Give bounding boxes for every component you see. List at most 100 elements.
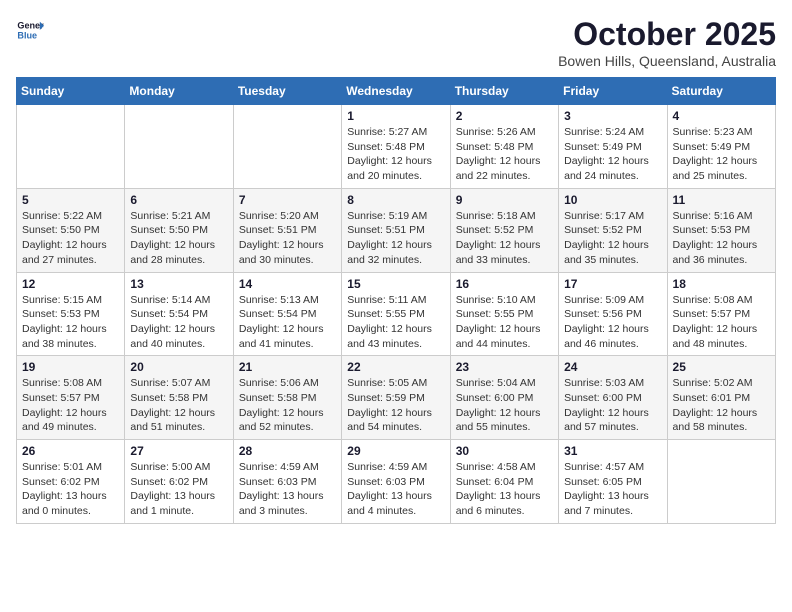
day-info: Sunrise: 5:20 AMSunset: 5:51 PMDaylight:… (239, 209, 336, 268)
week-row-5: 26 Sunrise: 5:01 AMSunset: 6:02 PMDayligh… (17, 440, 776, 524)
day-number: 5 (22, 193, 119, 207)
calendar-cell: 24Sunrise: 5:03 AMSunset: 6:00 PMDayligh… (559, 356, 667, 440)
day-number: 26 (22, 444, 119, 458)
day-info: Sunrise: 5:08 AMSunset: 5:57 PMDaylight:… (22, 376, 119, 435)
calendar-cell: 19 Sunrise: 5:08 AMSunset: 5:57 PMDayligh… (17, 356, 125, 440)
calendar-header: SundayMondayTuesdayWednesdayThursdayFrid… (17, 78, 776, 105)
header-row: SundayMondayTuesdayWednesdayThursdayFrid… (17, 78, 776, 105)
calendar-cell: 9Sunrise: 5:18 AMSunset: 5:52 PMDaylight… (450, 188, 558, 272)
calendar-cell: 13 Sunrise: 5:14 AMSunset: 5:54 PMDayligh… (125, 272, 233, 356)
day-info: Sunrise: 5:06 AMSunset: 5:58 PMDaylight:… (239, 376, 336, 435)
calendar-cell: 17 Sunrise: 5:09 AMSunset: 5:56 PMDayligh… (559, 272, 667, 356)
day-info: Sunrise: 5:09 AMSunset: 5:56 PMDaylight:… (564, 293, 661, 352)
calendar-cell: 20 Sunrise: 5:07 AMSunset: 5:58 PMDayligh… (125, 356, 233, 440)
day-number: 12 (22, 277, 119, 291)
day-info: Sunrise: 5:21 AMSunset: 5:50 PMDaylight:… (130, 209, 227, 268)
day-info: Sunrise: 4:59 AMSunset: 6:03 PMDaylight:… (347, 460, 444, 519)
day-info: Sunrise: 5:16 AMSunset: 5:53 PMDaylight:… (673, 209, 770, 268)
week-row-1: 1Sunrise: 5:27 AMSunset: 5:48 PMDaylight… (17, 105, 776, 189)
calendar-cell (667, 440, 775, 524)
calendar-cell: 11 Sunrise: 5:16 AMSunset: 5:53 PMDayligh… (667, 188, 775, 272)
header-day-thursday: Thursday (450, 78, 558, 105)
day-number: 2 (456, 109, 553, 123)
day-info: Sunrise: 4:57 AMSunset: 6:05 PMDaylight:… (564, 460, 661, 519)
day-number: 16 (456, 277, 553, 291)
day-number: 1 (347, 109, 444, 123)
day-info: Sunrise: 5:00 AMSunset: 6:02 PMDaylight:… (130, 460, 227, 519)
calendar-cell: 31Sunrise: 4:57 AMSunset: 6:05 PMDayligh… (559, 440, 667, 524)
day-number: 3 (564, 109, 661, 123)
week-row-2: 5 Sunrise: 5:22 AMSunset: 5:50 PMDaylight… (17, 188, 776, 272)
calendar-cell: 18 Sunrise: 5:08 AMSunset: 5:57 PMDayligh… (667, 272, 775, 356)
title-area: October 2025 Bowen Hills, Queensland, Au… (558, 16, 776, 69)
day-number: 20 (130, 360, 227, 374)
day-info: Sunrise: 5:23 AMSunset: 5:49 PMDaylight:… (673, 125, 770, 184)
calendar-cell: 1Sunrise: 5:27 AMSunset: 5:48 PMDaylight… (342, 105, 450, 189)
day-info: Sunrise: 5:22 AMSunset: 5:50 PMDaylight:… (22, 209, 119, 268)
logo: General Blue (16, 16, 44, 44)
calendar-cell (233, 105, 341, 189)
day-number: 23 (456, 360, 553, 374)
day-number: 6 (130, 193, 227, 207)
week-row-4: 19 Sunrise: 5:08 AMSunset: 5:57 PMDayligh… (17, 356, 776, 440)
day-info: Sunrise: 5:04 AMSunset: 6:00 PMDaylight:… (456, 376, 553, 435)
calendar-cell: 2 Sunrise: 5:26 AMSunset: 5:48 PMDaylight… (450, 105, 558, 189)
calendar-cell: 14 Sunrise: 5:13 AMSunset: 5:54 PMDayligh… (233, 272, 341, 356)
calendar-cell: 4 Sunrise: 5:23 AMSunset: 5:49 PMDaylight… (667, 105, 775, 189)
day-number: 14 (239, 277, 336, 291)
day-info: Sunrise: 5:14 AMSunset: 5:54 PMDaylight:… (130, 293, 227, 352)
calendar-cell: 25Sunrise: 5:02 AMSunset: 6:01 PMDayligh… (667, 356, 775, 440)
calendar-cell (17, 105, 125, 189)
day-info: Sunrise: 5:24 AMSunset: 5:49 PMDaylight:… (564, 125, 661, 184)
day-info: Sunrise: 5:18 AMSunset: 5:52 PMDaylight:… (456, 209, 553, 268)
calendar-cell: 6 Sunrise: 5:21 AMSunset: 5:50 PMDaylight… (125, 188, 233, 272)
calendar-cell: 15Sunrise: 5:11 AMSunset: 5:55 PMDayligh… (342, 272, 450, 356)
calendar-cell: 21 Sunrise: 5:06 AMSunset: 5:58 PMDayligh… (233, 356, 341, 440)
svg-text:Blue: Blue (17, 30, 37, 40)
calendar-cell: 27 Sunrise: 5:00 AMSunset: 6:02 PMDayligh… (125, 440, 233, 524)
day-number: 13 (130, 277, 227, 291)
calendar-cell: 3 Sunrise: 5:24 AMSunset: 5:49 PMDaylight… (559, 105, 667, 189)
calendar-cell: 23 Sunrise: 5:04 AMSunset: 6:00 PMDayligh… (450, 356, 558, 440)
day-info: Sunrise: 4:59 AMSunset: 6:03 PMDaylight:… (239, 460, 336, 519)
day-info: Sunrise: 5:01 AMSunset: 6:02 PMDaylight:… (22, 460, 119, 519)
header-day-friday: Friday (559, 78, 667, 105)
day-info: Sunrise: 5:13 AMSunset: 5:54 PMDaylight:… (239, 293, 336, 352)
day-number: 21 (239, 360, 336, 374)
day-info: Sunrise: 4:58 AMSunset: 6:04 PMDaylight:… (456, 460, 553, 519)
day-info: Sunrise: 5:07 AMSunset: 5:58 PMDaylight:… (130, 376, 227, 435)
day-number: 11 (673, 193, 770, 207)
calendar-cell: 30Sunrise: 4:58 AMSunset: 6:04 PMDayligh… (450, 440, 558, 524)
header-day-monday: Monday (125, 78, 233, 105)
day-info: Sunrise: 5:26 AMSunset: 5:48 PMDaylight:… (456, 125, 553, 184)
day-info: Sunrise: 5:19 AMSunset: 5:51 PMDaylight:… (347, 209, 444, 268)
calendar-cell: 8Sunrise: 5:19 AMSunset: 5:51 PMDaylight… (342, 188, 450, 272)
calendar-cell: 12 Sunrise: 5:15 AMSunset: 5:53 PMDayligh… (17, 272, 125, 356)
day-number: 22 (347, 360, 444, 374)
day-info: Sunrise: 5:15 AMSunset: 5:53 PMDaylight:… (22, 293, 119, 352)
header: General Blue October 2025 Bowen Hills, Q… (16, 16, 776, 69)
day-number: 15 (347, 277, 444, 291)
day-number: 29 (347, 444, 444, 458)
calendar-cell: 7Sunrise: 5:20 AMSunset: 5:51 PMDaylight… (233, 188, 341, 272)
header-day-wednesday: Wednesday (342, 78, 450, 105)
calendar-cell: 16Sunrise: 5:10 AMSunset: 5:55 PMDayligh… (450, 272, 558, 356)
calendar-cell: 5 Sunrise: 5:22 AMSunset: 5:50 PMDaylight… (17, 188, 125, 272)
calendar-table: SundayMondayTuesdayWednesdayThursdayFrid… (16, 77, 776, 524)
day-number: 24 (564, 360, 661, 374)
day-number: 27 (130, 444, 227, 458)
day-number: 18 (673, 277, 770, 291)
day-info: Sunrise: 5:05 AMSunset: 5:59 PMDaylight:… (347, 376, 444, 435)
location-subtitle: Bowen Hills, Queensland, Australia (558, 53, 776, 69)
day-info: Sunrise: 5:02 AMSunset: 6:01 PMDaylight:… (673, 376, 770, 435)
day-number: 4 (673, 109, 770, 123)
day-info: Sunrise: 5:17 AMSunset: 5:52 PMDaylight:… (564, 209, 661, 268)
day-info: Sunrise: 5:08 AMSunset: 5:57 PMDaylight:… (673, 293, 770, 352)
day-number: 17 (564, 277, 661, 291)
day-number: 28 (239, 444, 336, 458)
header-day-sunday: Sunday (17, 78, 125, 105)
calendar-cell: 29 Sunrise: 4:59 AMSunset: 6:03 PMDayligh… (342, 440, 450, 524)
header-day-tuesday: Tuesday (233, 78, 341, 105)
day-number: 19 (22, 360, 119, 374)
calendar-cell: 22 Sunrise: 5:05 AMSunset: 5:59 PMDayligh… (342, 356, 450, 440)
